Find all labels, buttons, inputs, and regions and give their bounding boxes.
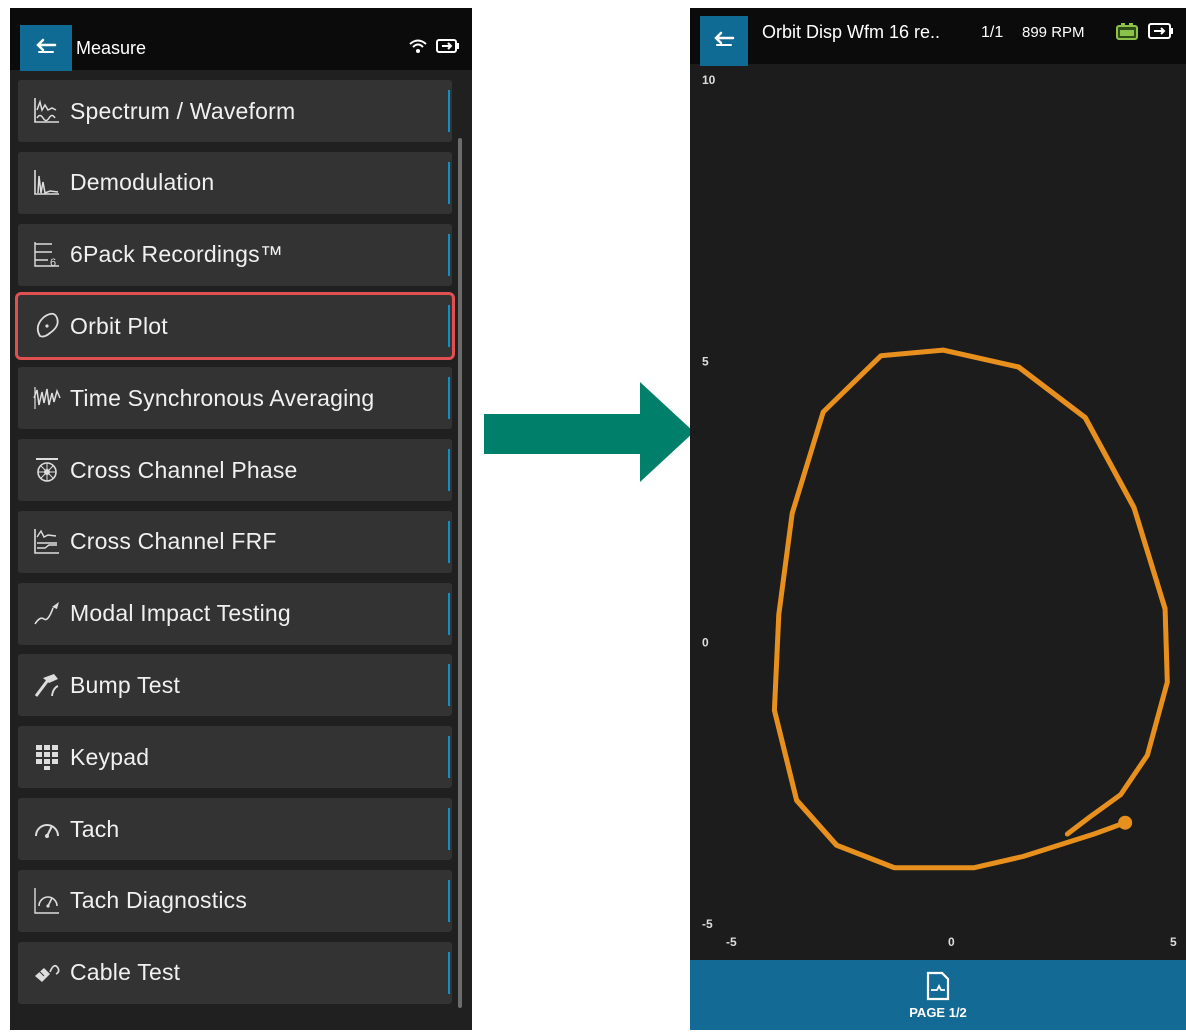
menu-item-modal-impact-testing[interactable]: Modal Impact Testing <box>18 582 452 645</box>
transition-arrow <box>484 382 694 482</box>
menu-item-keypad[interactable]: Keypad <box>18 726 452 789</box>
x-tick-label: 5 <box>1170 935 1177 949</box>
status-icons <box>408 38 460 54</box>
cross-channel-frf-icon <box>32 527 62 557</box>
tach-diagnostics-icon <box>32 886 62 916</box>
menu-item-label: Spectrum / Waveform <box>70 97 296 124</box>
page-icon <box>926 971 950 1000</box>
orbit-chart[interactable]: 10 5 0 -5 -5 0 5 <box>690 64 1186 960</box>
svg-text:6: 6 <box>50 257 56 269</box>
wifi-icon <box>409 39 427 53</box>
menu-item-label: Cable Test <box>70 959 181 986</box>
menu-item-accent <box>448 808 450 850</box>
page-label: PAGE 1/2 <box>909 1004 967 1020</box>
menu-item-cross-channel-frf[interactable]: Cross Channel FRF <box>18 510 452 573</box>
status-icons <box>1116 22 1174 40</box>
menu-item-label: Cross Channel FRF <box>70 528 277 555</box>
modal-impact-icon <box>32 599 62 629</box>
back-arrow-icon <box>36 38 57 53</box>
y-tick-label: 10 <box>702 73 716 87</box>
menu-item-bump-test[interactable]: Bump Test <box>18 654 452 717</box>
menu-item-label: Orbit Plot <box>70 312 168 339</box>
bump-test-icon <box>32 670 62 700</box>
menu-item-cable-test[interactable]: Cable Test <box>18 941 452 1004</box>
menu-item-cross-channel-phase[interactable]: Cross Channel Phase <box>18 439 452 501</box>
measure-menu-screen: Measure Spectrum / Waveform Demodulation 6… <box>10 8 472 1030</box>
menu-item-6pack-recordings[interactable]: 6 6Pack Recordings™ <box>18 223 452 286</box>
x-tick-label: -5 <box>726 935 737 949</box>
menu-item-accent <box>448 305 450 348</box>
menu-item-label: Cross Channel Phase <box>70 456 298 483</box>
menu-item-label: 6Pack Recordings™ <box>70 241 284 268</box>
menu-item-label: Modal Impact Testing <box>70 600 291 627</box>
orbit-trace <box>771 347 1170 871</box>
menu-item-accent <box>448 736 450 779</box>
menu-item-label: Bump Test <box>70 671 181 698</box>
menu-item-spectrum-waveform[interactable]: Spectrum / Waveform <box>18 80 452 142</box>
orbit-trace <box>774 347 1170 868</box>
menu-item-time-synchronous-averaging[interactable]: Time Synchronous Averaging <box>18 367 452 430</box>
menu-item-accent <box>448 90 450 132</box>
keypad-icon <box>32 742 62 772</box>
measurement-title[interactable]: Orbit Disp Wfm 16 re.. <box>762 22 940 43</box>
menu-item-tach[interactable]: Tach <box>18 798 452 860</box>
device-battery-icon <box>1116 23 1138 40</box>
orbit-plot-screen: Orbit Disp Wfm 16 re.. 1/1 899 RPM 10 5 0 -… <box>690 8 1186 1030</box>
orbit-keyphasor-marker <box>1118 815 1133 830</box>
menu-item-accent <box>448 664 450 707</box>
spectrum-waveform-icon <box>32 96 62 126</box>
menu-item-label: Tach Diagnostics <box>70 887 248 914</box>
x-tick-label: 0 <box>948 935 955 949</box>
menu-item-label: Demodulation <box>70 169 215 196</box>
orbit-plot-icon <box>32 311 62 341</box>
menu-item-accent <box>448 520 450 563</box>
menu-item-accent <box>448 592 450 635</box>
orbit-header: Orbit Disp Wfm 16 re.. 1/1 899 RPM <box>690 8 1186 66</box>
rpm-readout: 899 RPM <box>1022 24 1085 41</box>
menu-item-accent <box>448 161 450 204</box>
menu-item-tach-diagnostics[interactable]: Tach Diagnostics <box>18 869 452 932</box>
back-button[interactable] <box>700 16 748 66</box>
record-count: 1/1 <box>981 24 1004 41</box>
scrollbar[interactable] <box>458 138 462 1008</box>
page-footer[interactable]: PAGE 1/2 <box>690 960 1186 1030</box>
battery-icon <box>436 39 459 53</box>
orbit-trace <box>772 350 1168 870</box>
y-tick-label: 5 <box>702 354 709 368</box>
menu-item-accent <box>448 879 450 922</box>
cross-channel-phase-icon <box>32 455 62 485</box>
battery-icon <box>1148 23 1173 39</box>
measure-header: Measure <box>10 8 472 71</box>
menu-item-label: Time Synchronous Averaging <box>70 384 375 411</box>
cable-test-icon <box>32 958 62 988</box>
page-title: Measure <box>76 38 147 58</box>
back-arrow-icon <box>714 31 735 46</box>
menu-item-label: Keypad <box>70 743 150 770</box>
tach-icon <box>32 814 62 844</box>
six-pack-recordings-icon: 6 <box>32 240 62 270</box>
y-tick-label: 0 <box>702 636 709 650</box>
y-tick-label: -5 <box>702 917 713 931</box>
menu-item-accent <box>448 377 450 420</box>
back-button[interactable] <box>20 25 72 71</box>
menu-item-accent <box>448 233 450 276</box>
demodulation-icon <box>32 168 62 198</box>
menu-item-orbit-plot[interactable]: Orbit Plot <box>15 292 455 361</box>
menu-item-label: Tach <box>70 815 120 842</box>
menu-item-accent <box>448 951 450 994</box>
menu-item-accent <box>448 449 450 491</box>
time-sync-averaging-icon <box>32 383 62 413</box>
menu-item-demodulation[interactable]: Demodulation <box>18 151 452 214</box>
